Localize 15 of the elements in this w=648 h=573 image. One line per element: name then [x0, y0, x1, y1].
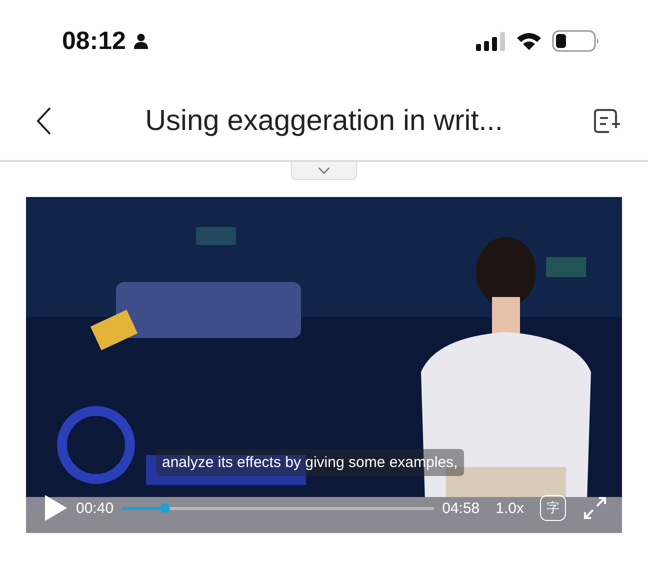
status-time: 08:12 [62, 26, 126, 56]
subtitle-button[interactable]: 字 [540, 495, 566, 521]
play-button[interactable] [44, 494, 68, 522]
battery-icon [552, 30, 600, 52]
duration: 04:58 [442, 500, 480, 516]
elapsed-time: 00:40 [76, 500, 114, 516]
subtitle: analyze its effects by giving some examples, [156, 449, 464, 476]
signal-icon [476, 31, 506, 51]
collapse-handle[interactable] [291, 162, 357, 180]
wifi-icon [516, 32, 542, 50]
add-note-icon[interactable] [592, 107, 620, 135]
fullscreen-icon[interactable] [584, 497, 606, 519]
speed-button[interactable]: 1.0x [488, 500, 532, 516]
person-icon [134, 33, 148, 49]
page-title: Using exaggeration in writ... [145, 104, 503, 138]
